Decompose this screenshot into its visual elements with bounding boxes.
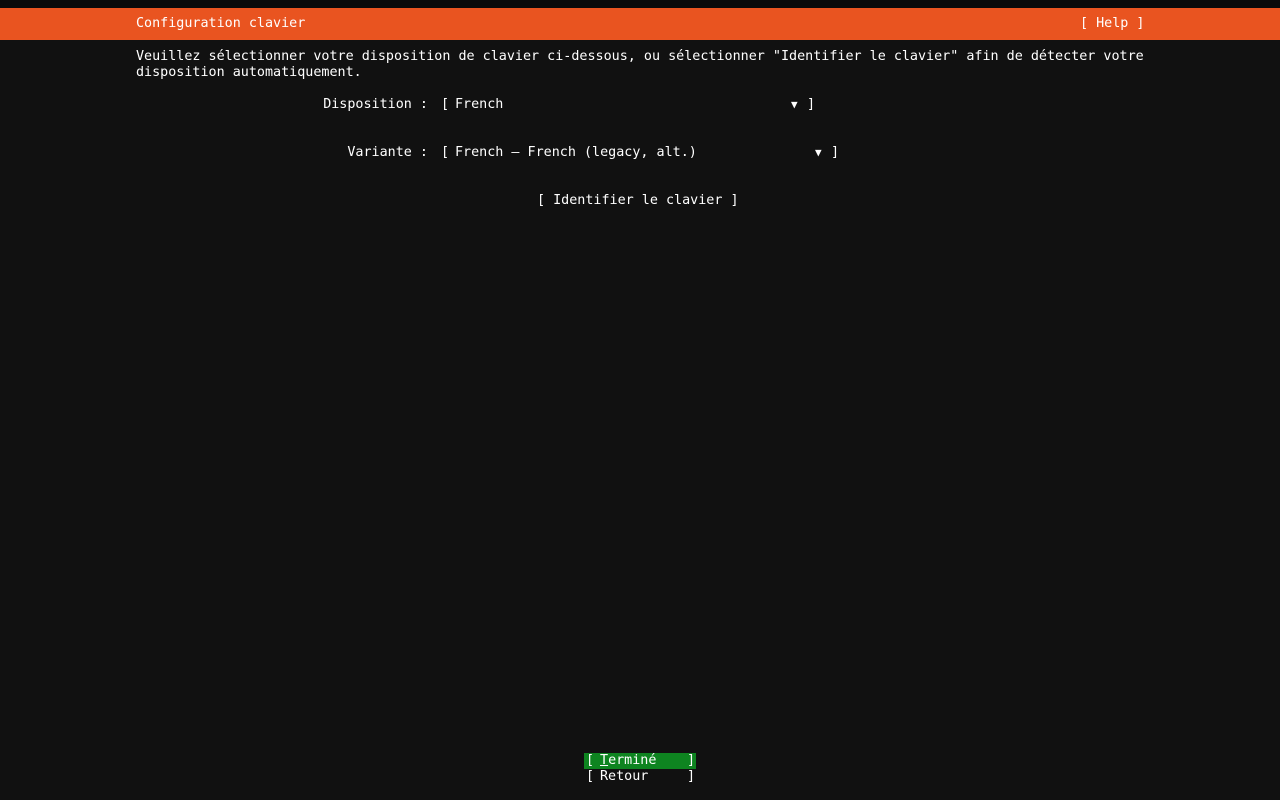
layout-value: French — [455, 97, 504, 112]
variant-value: French – French (legacy, alt.) — [455, 145, 697, 160]
layout-label: Disposition : — [323, 97, 428, 112]
bracket-close: ] — [687, 769, 696, 784]
header-bar: Configuration clavier [ Help ] — [0, 8, 1280, 40]
bracket-close: ] — [687, 753, 696, 768]
bracket-close: ] — [831, 145, 840, 160]
back-button-label: Retour — [600, 769, 649, 784]
identify-keyboard-button[interactable]: [ Identifier le clavier ] — [537, 193, 739, 209]
instructions-text: Veuillez sélectionner votre disposition … — [136, 49, 1152, 80]
done-label-first-letter: T — [600, 753, 609, 768]
layout-dropdown[interactable]: [ French ▼ ] — [441, 97, 816, 113]
bracket-open: [ — [441, 145, 450, 160]
chevron-down-icon: ▼ — [815, 146, 822, 159]
done-button[interactable]: [ Terminé ] — [584, 753, 696, 769]
done-button-label: Terminé — [600, 753, 656, 769]
back-button[interactable]: [ Retour ] — [584, 769, 696, 785]
variant-label: Variante : — [347, 145, 428, 160]
help-button[interactable]: [ Help ] — [1080, 16, 1145, 32]
bracket-open: [ — [586, 753, 595, 768]
chevron-down-icon: ▼ — [791, 98, 798, 111]
variant-dropdown[interactable]: [ French – French (legacy, alt.) ▼ ] — [441, 145, 841, 161]
bracket-open: [ — [586, 769, 595, 784]
bracket-close: ] — [807, 97, 816, 112]
page-title: Configuration clavier — [136, 16, 306, 31]
top-strip — [0, 0, 1280, 8]
done-label-rest: erminé — [608, 753, 657, 768]
bracket-open: [ — [441, 97, 450, 112]
